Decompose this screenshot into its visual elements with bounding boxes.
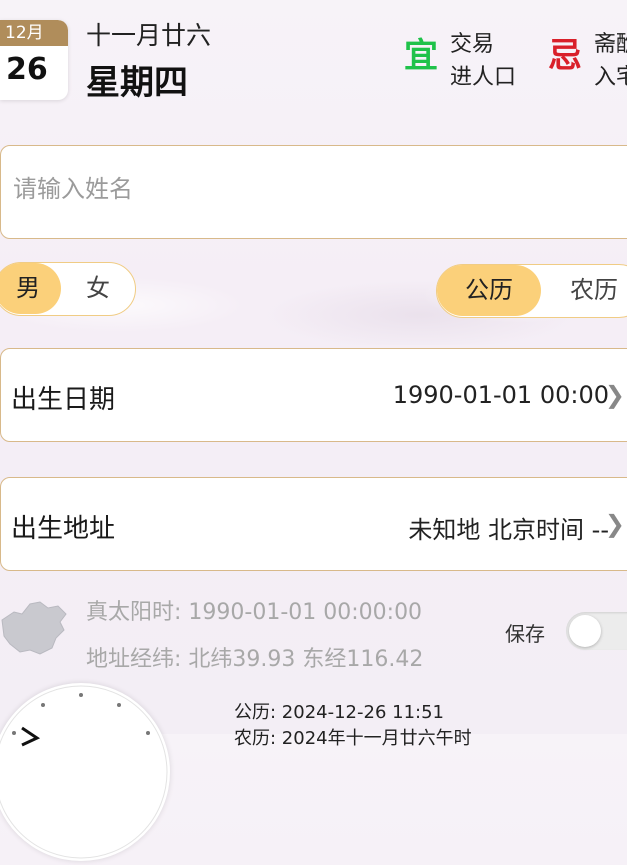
name-input[interactable]: [11, 174, 575, 204]
ji-mark: 忌: [548, 36, 582, 76]
calendar-month: 12月: [0, 20, 68, 46]
china-map-icon: [1, 601, 67, 655]
chevron-right-icon: ❯: [604, 510, 625, 538]
birth-place-row[interactable]: 出生地址 未知地 北京时间 -- ❯: [0, 477, 627, 571]
current-solar-time: 公历: 2024-12-26 11:51: [234, 702, 444, 723]
birth-date-label: 出生日期: [11, 385, 116, 415]
yi-mark: 宜: [404, 36, 438, 76]
address-coordinates: 地址经纬: 北纬39.93 东经116.42: [86, 647, 424, 672]
save-label: 保存: [505, 622, 545, 646]
birth-date-value: 1990-01-01 00:00: [392, 381, 609, 409]
true-solar-time: 真太阳时: 1990-01-01 00:00:00: [86, 600, 423, 625]
yi-item: 进人口: [450, 65, 517, 90]
solar-calendar-option[interactable]: 公历: [437, 265, 541, 316]
lunar-date: 十一月廿六: [86, 21, 212, 50]
calendar-badge: 12月 26: [0, 20, 68, 100]
weekday: 星期四: [86, 63, 188, 103]
clock-icon: [0, 683, 170, 861]
clock-face: [0, 685, 168, 859]
birth-place-label: 出生地址: [11, 514, 116, 544]
gender-male-option[interactable]: 男: [0, 263, 61, 314]
yi-item: 交易: [450, 32, 495, 57]
ji-item: 入宅: [594, 65, 627, 90]
birth-date-row[interactable]: 出生日期 1990-01-01 00:00 ❯: [0, 348, 627, 442]
lunar-calendar-option[interactable]: 农历: [549, 265, 627, 316]
chevron-right-icon: ❯: [604, 381, 625, 409]
calendar-day: 26: [6, 52, 48, 87]
gender-female-option[interactable]: 女: [65, 263, 131, 314]
save-toggle-knob: [569, 615, 601, 647]
yi-items: 交易 进人口: [450, 28, 516, 94]
ji-items: 斋醮 入宅: [594, 28, 627, 94]
gender-toggle: 男 女: [0, 262, 136, 316]
name-field: [0, 145, 627, 239]
ji-item: 斋醮: [594, 32, 627, 57]
calendar-type-toggle: 公历 农历: [436, 264, 627, 318]
birth-place-value: 未知地 北京时间 --: [408, 516, 609, 544]
current-lunar-time: 农历: 2024年十一月廿六午时: [234, 728, 472, 749]
save-toggle[interactable]: [566, 612, 627, 650]
